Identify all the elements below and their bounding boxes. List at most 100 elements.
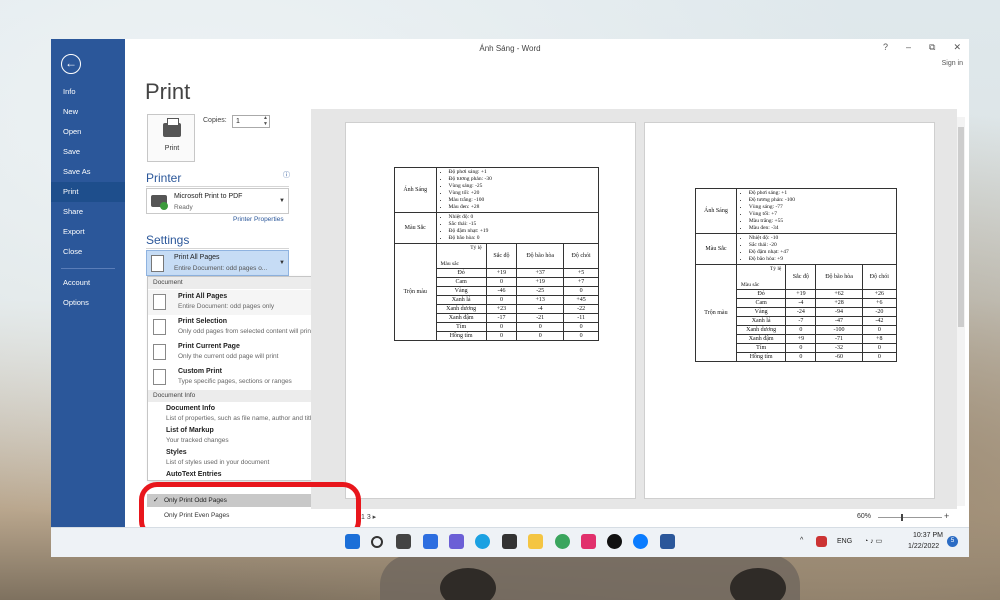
clock-date[interactable]: 1/22/2022 xyxy=(908,543,939,550)
nav-info[interactable]: Info xyxy=(51,82,125,102)
help-button[interactable]: ? xyxy=(883,42,888,53)
widgets-icon[interactable] xyxy=(423,534,438,549)
page-navigator[interactable]: 1 3 ▸ xyxy=(361,513,376,521)
zoom-in-icon[interactable]: + xyxy=(944,511,949,521)
zoom-slider[interactable] xyxy=(878,517,942,518)
option-title: Print Current Page xyxy=(178,343,240,350)
option-subtitle: Only the current odd page will print xyxy=(178,353,279,360)
wifi-volume-battery-icon[interactable]: ◔ ♪ ▭ xyxy=(864,537,882,545)
nav-share[interactable]: Share xyxy=(51,202,125,222)
column-header: Sắc độ xyxy=(785,264,817,290)
table-cell: Hồng tím xyxy=(435,331,487,341)
table-cell: Xanh đậm xyxy=(435,313,487,323)
table-row: Ánh SángĐộ phơi sáng: +1Độ tương phản: -… xyxy=(394,167,599,213)
diagonal-header: Tỷ lệ Màu sắc xyxy=(439,245,484,267)
tray-chevron-icon[interactable]: ^ xyxy=(800,537,803,544)
file-explorer-icon[interactable] xyxy=(528,534,543,549)
clock-time[interactable]: 10:37 PM xyxy=(913,532,943,539)
option-subtitle: Entire Document: odd pages only xyxy=(178,303,275,310)
sign-in-link[interactable]: Sign in xyxy=(942,60,963,67)
chat-icon[interactable] xyxy=(449,534,464,549)
option-styles[interactable]: Styles List of styles used in your docum… xyxy=(148,448,336,470)
divider xyxy=(146,186,289,187)
word-icon[interactable] xyxy=(660,534,675,549)
table-cell: 0 xyxy=(563,322,599,332)
table-cell: Tím xyxy=(435,322,487,332)
print-range-select[interactable]: Print All Pages Entire Document: odd pag… xyxy=(146,250,289,276)
language-indicator[interactable]: ENG xyxy=(837,538,852,545)
instagram-icon[interactable] xyxy=(581,534,596,549)
store-icon[interactable] xyxy=(502,534,517,549)
printer-icon xyxy=(163,118,181,137)
table-cell: +37 xyxy=(516,268,565,278)
windows-start-icon[interactable] xyxy=(345,534,360,549)
nav-print[interactable]: Print xyxy=(51,182,125,202)
table-cell: 0 xyxy=(485,331,518,341)
restore-button[interactable]: ⧉ xyxy=(929,42,935,53)
windows-taskbar: ^ ENG ◔ ♪ ▭ 10:37 PM 1/22/2022 5 xyxy=(51,527,969,557)
list-item: Độ đậm nhạt: +47 xyxy=(749,249,894,256)
list-item: Vùng tối: +7 xyxy=(749,211,894,218)
bullet-list: Độ phơi sáng: +1Độ tương phản: -30Vùng s… xyxy=(439,169,597,211)
nav-export[interactable]: Export xyxy=(51,222,125,242)
arrow-left-icon[interactable]: ← xyxy=(61,54,81,74)
info-icon[interactable]: ⓘ xyxy=(283,170,290,180)
list-item: Nhiệt độ: 0 xyxy=(449,214,597,221)
antivirus-icon[interactable] xyxy=(816,536,827,547)
option-custom-print[interactable]: Custom Print Type specific pages, sectio… xyxy=(148,365,336,390)
option-list-of-markup[interactable]: List of Markup Your tracked changes xyxy=(148,426,336,448)
nav-close[interactable]: Close xyxy=(51,242,125,262)
printer-select[interactable]: Microsoft Print to PDF Ready ▼ xyxy=(146,188,289,214)
preview-scrollbar[interactable] xyxy=(957,117,965,506)
close-button[interactable]: ✕ xyxy=(953,42,961,53)
nav-save[interactable]: Save xyxy=(51,142,125,162)
option-subtitle: Only odd pages from selected content wil… xyxy=(178,328,313,335)
table-cell: 0 xyxy=(785,343,817,353)
table-cell: 0 xyxy=(485,277,518,287)
table-row: Trộn màu Tỷ lệ Màu sắc Sắc độ Độ bão hòa Độ c… xyxy=(394,243,599,341)
scroll-thumb[interactable] xyxy=(958,127,964,327)
zoom-slider-thumb[interactable] xyxy=(901,514,903,521)
list-item: Độ phơi sáng: +1 xyxy=(449,169,597,176)
ready-check-icon xyxy=(160,202,168,210)
option-print-selection[interactable]: Print Selection Only odd pages from sele… xyxy=(148,315,336,340)
printer-properties-link[interactable]: Printer Properties xyxy=(233,216,284,223)
nav-open[interactable]: Open xyxy=(51,122,125,142)
table-cell: Cam xyxy=(735,298,787,308)
edge-icon[interactable] xyxy=(475,534,490,549)
divider xyxy=(146,248,289,249)
table-cell: Đỏ xyxy=(435,268,487,278)
table-cell: -4 xyxy=(516,304,565,314)
table-cell: +62 xyxy=(815,289,863,299)
chrome-icon[interactable] xyxy=(555,534,570,549)
tiktok-icon[interactable] xyxy=(607,534,622,549)
title-bar: Ánh Sáng - Word ? – ⧉ ✕ Sign in xyxy=(51,39,969,67)
print-range-value: Print All Pages xyxy=(174,254,220,261)
table-cell: 0 xyxy=(516,322,565,332)
option-print-current-page[interactable]: Print Current Page Only the current odd … xyxy=(148,340,336,365)
list-item: Độ phơi sáng: +1 xyxy=(749,190,894,197)
option-autotext-entries[interactable]: AutoText Entries xyxy=(148,470,336,480)
table-cell: +45 xyxy=(563,295,599,305)
task-view-icon[interactable] xyxy=(396,534,411,549)
notification-badge[interactable]: 5 xyxy=(947,536,958,547)
option-print-all-pages[interactable]: Print All Pages Entire Document: odd pag… xyxy=(148,290,336,315)
option-document-info[interactable]: Document Info List of properties, such a… xyxy=(148,404,336,426)
bullet-list: Nhiệt độ: 0Sắc thái: -15Độ đậm nhạt: +19… xyxy=(439,214,597,242)
nav-new[interactable]: New xyxy=(51,102,125,122)
minimize-button[interactable]: – xyxy=(906,42,911,53)
column-header: Độ chói xyxy=(861,264,898,290)
table-cell: +9 xyxy=(785,334,817,344)
nav-account[interactable]: Account xyxy=(51,273,125,293)
nav-save-as[interactable]: Save As xyxy=(51,162,125,182)
table-cell: Xanh lá xyxy=(735,316,787,326)
copies-spinner[interactable]: ▲ ▼ xyxy=(261,115,270,128)
nav-options[interactable]: Options xyxy=(51,293,125,313)
row-label: Trộn màu xyxy=(695,264,737,362)
table-row: Màu SắcNhiệt độ: -10Sắc thái: -20Độ đậm … xyxy=(695,233,898,265)
list-item: Vùng sáng: -25 xyxy=(449,183,597,190)
row-label: Màu Sắc xyxy=(695,233,737,265)
search-icon[interactable] xyxy=(371,536,383,548)
print-button[interactable]: Print xyxy=(147,114,195,162)
messenger-icon[interactable] xyxy=(633,534,648,549)
